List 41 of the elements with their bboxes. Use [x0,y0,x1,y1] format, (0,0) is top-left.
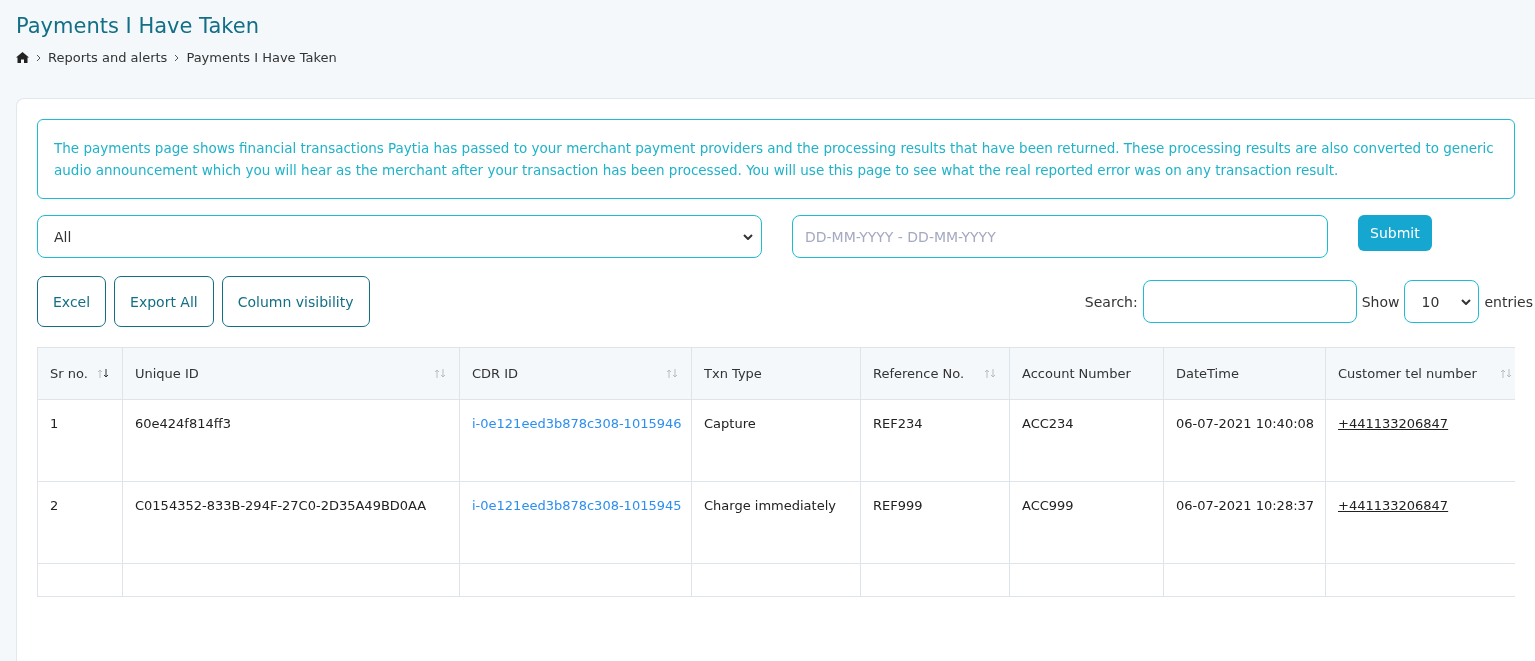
table-cell: 2 [50,498,59,513]
table-cell: 1 [50,416,59,431]
table-cell: C0154352-833B-294F-27C0-2D35A49BD0AA [135,498,427,513]
search-field[interactable] [1142,280,1357,323]
entries-label: entries [1484,293,1533,310]
export-button[interactable]: Excel [37,276,107,327]
column-header[interactable]: Account Number [1009,347,1164,400]
home-icon[interactable] [16,52,29,63]
export-button[interactable]: Column visibility [221,276,370,327]
column-header[interactable]: Txn Type [691,347,861,400]
table-cell: 60e424f814ff3 [135,416,231,431]
entries-select[interactable]: 10 [1404,280,1480,323]
table-cell: Charge immediately [704,498,836,513]
table-cell: 06-07-2021 10:28:37 [1176,498,1315,513]
info-message: The payments page shows financial transactions Paytia has passed to your merchant payment providers and the processing results that have been returned. These processing results are also converted to generic audio announcement which you will hear as the merchant after your transaction has been processed. You will use this page to see what the real reported error was on any transaction result. [37,119,1515,199]
column-header[interactable]: Unique ID [122,347,460,400]
phone-link[interactable]: +441133206847 [1338,498,1449,513]
show-label: Show [1361,293,1400,310]
chevron-icon [36,53,41,62]
column-header[interactable]: Reference No. [860,347,1010,400]
column-header[interactable]: Sr no. [37,347,123,400]
phone-link[interactable]: +441133206847 [1338,416,1449,431]
column-header[interactable]: Customer tel number [1325,347,1515,400]
breadcrumb-item[interactable]: Reports and alerts [48,50,168,65]
table-cell: Capture [704,416,756,431]
table-cell: 06-07-2021 10:40:08 [1176,416,1315,431]
column-header[interactable]: DateTime [1163,347,1326,400]
search-label: Search: [1084,293,1138,310]
filter-select[interactable]: All [37,215,762,258]
chevron-down-icon [743,233,753,240]
page-title: Payments I Have Taken [16,14,260,38]
chevron-down-icon [1461,298,1472,305]
date-range-field[interactable]: DD-MM-YYYY - DD-MM-YYYY [792,215,1328,258]
column-header[interactable]: CDR ID [459,347,692,400]
breadcrumb-item: Payments I Have Taken [186,50,337,65]
table-cell: ACC234 [1022,416,1074,431]
table-cell: REF999 [873,498,923,513]
chevron-icon [174,53,180,62]
table-cell: ACC999 [1022,498,1074,513]
export-button[interactable]: Export All [114,276,214,327]
table-cell: REF234 [873,416,923,431]
